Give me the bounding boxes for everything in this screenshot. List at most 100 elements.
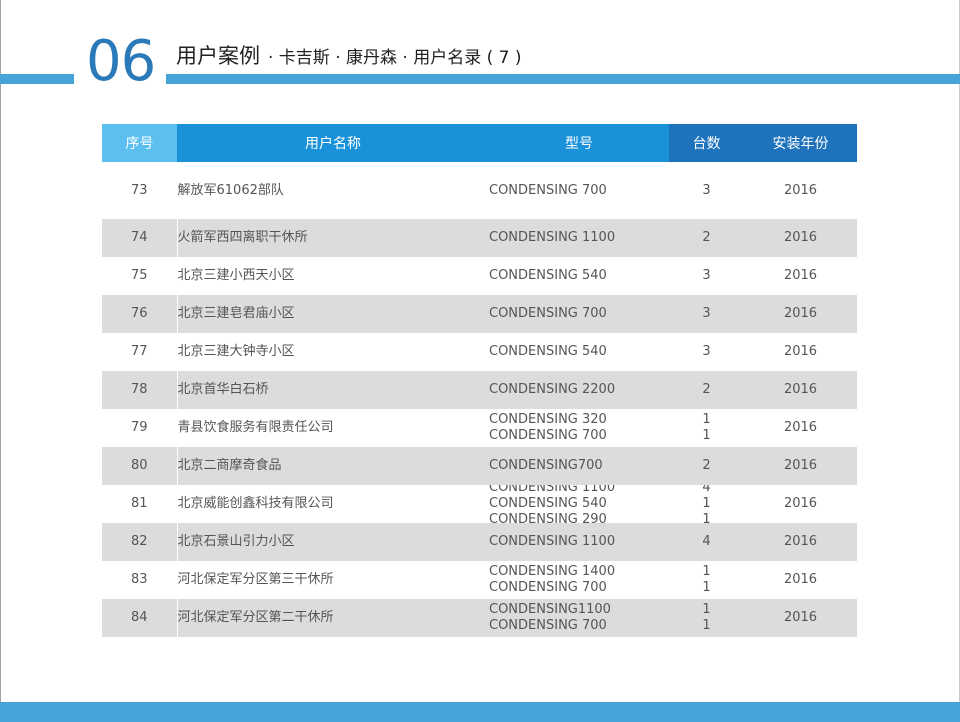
quantity-entry: 2 <box>702 458 711 473</box>
cell-quantity: 2 <box>669 371 744 409</box>
quantity-entry: 1 <box>702 428 711 443</box>
cell-model: CONDENSING700 <box>489 447 669 485</box>
cell-model: CONDENSING 1100 CONDENSING 540 CONDENSING … <box>489 485 669 523</box>
cell-seq: 74 <box>102 219 178 257</box>
cell-seq: 76 <box>102 295 178 333</box>
title-subtitle: · 卡吉斯 · 康丹森 · 用户名录 ( 7 ) <box>268 48 522 68</box>
header-rule-right <box>166 74 960 84</box>
cell-user-name: 北京三建大钟寺小区 <box>177 344 295 359</box>
frame-left-border <box>0 0 1 722</box>
model-entry: CONDENSING 700 <box>489 306 607 321</box>
cell-user-name: 火箭军西四离职干休所 <box>177 219 489 257</box>
cell-quantity: 3 <box>669 295 744 333</box>
cell-model: CONDENSING 540 <box>489 333 669 371</box>
quantity-entry: 3 <box>702 306 711 321</box>
cell-quantity: 2 <box>669 219 744 257</box>
cell-quantity: 3 <box>669 257 744 295</box>
model-entry: CONDENSING 540 <box>489 268 607 283</box>
model-entry: CONDENSING 700 <box>489 580 607 595</box>
table-row: 74 火箭军西四离职干休所 CONDENSING 1100 2 2016 <box>102 219 857 257</box>
cell-quantity: 411 <box>669 485 744 523</box>
cell-install-year: 2016 <box>744 447 857 485</box>
cell-seq: 78 <box>102 371 178 409</box>
model-entry: CONDENSING 540 <box>489 496 607 511</box>
cell-model: CONDENSING 320 CONDENSING 700 <box>489 409 669 447</box>
cell-user-name: 北京石景山引力小区 <box>177 523 489 561</box>
table-row: 76 北京三建皂君庙小区 CONDENSING 700 3 2016 <box>102 295 857 333</box>
cell-seq: 81 <box>102 485 178 523</box>
section-number: 06 <box>86 29 156 94</box>
cell-install-year: 2016 <box>783 182 818 198</box>
cell-install-year: 2016 <box>744 295 857 333</box>
model-entry: CONDENSING 1100 <box>489 230 616 245</box>
column-header-model: 型号 <box>489 124 669 162</box>
quantity-entry: 1 <box>702 564 711 579</box>
table-row: 77 北京三建大钟寺小区 CONDENSING 540 3 2016 <box>102 333 857 371</box>
cell-user-name: 北京威能创鑫科技有限公司 <box>177 496 334 511</box>
quantity-entry: 1 <box>702 580 711 595</box>
cell-seq: 79 <box>102 409 178 447</box>
cell-seq: 75 <box>102 257 178 295</box>
cell-user-name: 北京三建小西天小区 <box>177 268 295 283</box>
cell-quantity: 4 <box>669 523 744 561</box>
model-entry: CONDENSING 1100 <box>489 534 616 549</box>
table-row: 78 北京首华白石桥 CONDENSING 2200 2 2016 <box>102 371 857 409</box>
table-row: 83 河北保定军分区第三干休所 CONDENSING 1400 CONDENSING … <box>102 561 857 599</box>
title-main: 用户案例 <box>176 44 260 68</box>
model-entry: CONDENSING 540 <box>489 344 607 359</box>
column-header-install-year: 安装年份 <box>744 124 857 162</box>
column-header-user-name: 用户名称 <box>177 124 489 162</box>
cell-model: CONDENSING 1100 <box>489 523 669 561</box>
footer-bar <box>0 702 960 722</box>
cell-install-year: 2016 <box>783 268 818 283</box>
column-header-seq: 序号 <box>102 124 177 162</box>
cell-user-name: 河北保定军分区第二干休所 <box>177 599 489 637</box>
cell-model: CONDENSING 540 <box>489 257 669 295</box>
cell-user-name: 北京三建皂君庙小区 <box>177 295 489 333</box>
quantity-entry: 1 <box>702 412 711 427</box>
table-row: 75 北京三建小西天小区 CONDENSING 540 3 2016 <box>102 257 857 295</box>
quantity-entry: 3 <box>702 268 711 283</box>
header-rule-left <box>0 74 74 84</box>
model-entry: CONDENSING 320 <box>489 412 607 427</box>
cell-model: CONDENSING 700 <box>489 162 669 219</box>
cell-quantity: 11 <box>669 409 744 447</box>
cell-user-name: 河北保定军分区第三干休所 <box>177 572 334 587</box>
cell-install-year: 2016 <box>744 599 857 637</box>
cell-quantity: 11 <box>669 599 744 637</box>
model-entry: CONDENSING700 <box>489 458 603 473</box>
table-row: 82 北京石景山引力小区 CONDENSING 1100 4 2016 <box>102 523 857 561</box>
cell-seq: 84 <box>102 599 178 637</box>
cell-quantity: 3 <box>669 333 744 371</box>
quantity-entry: 1 <box>702 512 711 523</box>
table-row: 80 北京二商摩奇食品 CONDENSING700 2 2016 <box>102 447 857 485</box>
cell-seq: 80 <box>102 447 178 485</box>
quantity-entry: 2 <box>702 382 711 397</box>
cell-user-name: 北京首华白石桥 <box>177 371 489 409</box>
table-body: 73 解放军61062部队 CONDENSING 700 3 2016 74 火箭军西四离职… <box>102 162 857 637</box>
cell-seq: 83 <box>102 561 178 599</box>
cell-model: CONDENSING 1100 <box>489 219 669 257</box>
cell-model: CONDENSING 700 <box>489 295 669 333</box>
cell-model: CONDENSING 1400 CONDENSING 700 <box>489 561 669 599</box>
quantity-entry: 3 <box>702 344 711 359</box>
cell-user-name: 解放军61062部队 <box>177 182 284 198</box>
table-row: 84 河北保定军分区第二干休所 CONDENSING1100 CONDENSING 7… <box>102 599 857 637</box>
table-row: 81 北京威能创鑫科技有限公司 CONDENSING 1100 CONDENSING … <box>102 485 857 523</box>
cell-install-year: 2016 <box>783 572 818 587</box>
cell-model: CONDENSING1100 CONDENSING 700 <box>489 599 669 637</box>
quantity-entry: 4 <box>702 534 711 549</box>
page-title: 用户案例 · 卡吉斯 · 康丹森 · 用户名录 ( 7 ) <box>176 40 522 72</box>
model-entry: CONDENSING 1400 <box>489 564 616 579</box>
model-entry: CONDENSING 700 <box>489 182 607 198</box>
cell-seq: 73 <box>102 162 178 219</box>
cell-install-year: 2016 <box>744 219 857 257</box>
model-entry: CONDENSING 1100 <box>489 485 616 495</box>
quantity-entry: 1 <box>702 496 711 511</box>
quantity-entry: 2 <box>702 230 711 245</box>
cell-quantity: 3 <box>669 162 744 219</box>
cell-seq: 77 <box>102 333 178 371</box>
cell-model: CONDENSING 2200 <box>489 371 669 409</box>
model-entry: CONDENSING 700 <box>489 428 607 443</box>
cell-install-year: 2016 <box>744 523 857 561</box>
